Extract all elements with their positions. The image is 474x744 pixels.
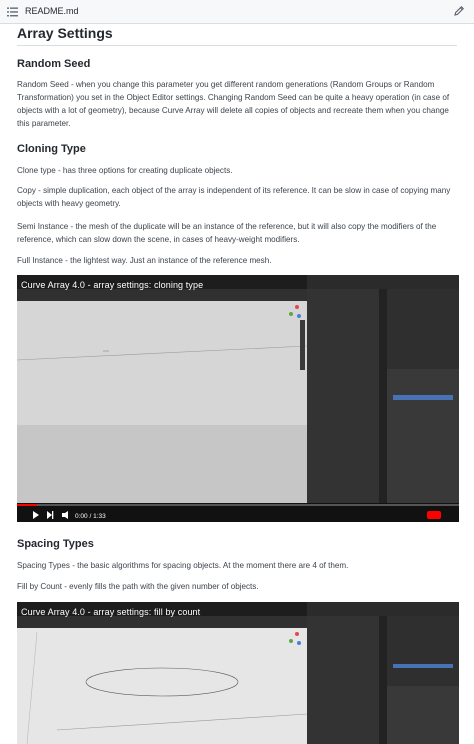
cloning-full-text: Full Instance - the lightest way. Just a… — [17, 256, 272, 265]
title-divider — [17, 45, 457, 46]
blender-screenshot: 0:00 / 1:33 — [17, 275, 459, 522]
section-title: Array Settings — [17, 25, 113, 41]
cloning-type-heading: Cloning Type — [17, 143, 86, 155]
list-icon[interactable] — [7, 7, 18, 17]
blender-screenshot-2 — [17, 602, 459, 744]
file-name: README.md — [25, 6, 79, 16]
random-seed-heading: Random Seed — [17, 58, 91, 70]
fill-by-count-text: Fill by Count - evenly fills the path wi… — [17, 582, 259, 591]
video-player-cloning-type[interactable]: 0:00 / 1:33 Curve Array 4.0 - array sett… — [17, 275, 459, 522]
file-header: README.md — [0, 0, 474, 24]
video-player-fill-by-count[interactable]: Curve Array 4.0 - array settings: fill b… — [17, 602, 459, 744]
cloning-copy-text: Copy - simple duplication, each object o… — [17, 186, 451, 208]
spacing-intro-text: Spacing Types - the basic algorithms for… — [17, 561, 349, 570]
video-title-2: Curve Array 4.0 - array settings: fill b… — [21, 607, 201, 617]
random-seed-text: Random Seed - when you change this param… — [17, 80, 450, 128]
cloning-intro-text: Clone type - has three options for creat… — [17, 166, 233, 175]
video-title: Curve Array 4.0 - array settings: clonin… — [21, 280, 204, 290]
cloning-semi-text: Semi Instance - the mesh of the duplicat… — [17, 222, 437, 244]
spacing-types-heading: Spacing Types — [17, 538, 94, 550]
video-time: 0:00 / 1:33 — [75, 513, 106, 520]
edit-pencil-icon[interactable] — [453, 5, 465, 17]
